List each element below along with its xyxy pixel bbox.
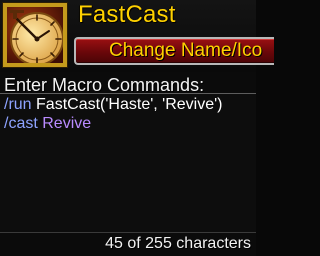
spell-name: Revive <box>37 115 92 132</box>
character-count-unit: characters <box>171 235 251 252</box>
command-keyword: /cast <box>4 115 38 132</box>
command-keyword: /run <box>4 96 32 113</box>
command-arguments: FastCast('Haste', 'Revive') <box>31 96 223 113</box>
macro-line-1: /run FastCast('Haste', 'Revive') <box>4 96 223 114</box>
macro-icon-button[interactable] <box>3 3 67 67</box>
character-count-max: 255 <box>145 235 172 252</box>
character-count-of: of <box>122 235 146 252</box>
change-name-icon-label: Change Name/Ico <box>109 40 263 61</box>
character-count: 45 of 255 characters <box>105 235 251 253</box>
clock-dial-icon <box>7 7 63 63</box>
macro-commands-textarea[interactable]: /run FastCast('Haste', 'Revive') /cast R… <box>0 93 256 233</box>
macro-name-title: FastCast <box>78 1 176 28</box>
macro-header: FastCast Change Name/Ico <box>0 0 274 72</box>
character-count-used: 45 <box>105 235 123 252</box>
macro-editor-frame: FastCast Change Name/Ico Enter Macro Com… <box>0 0 274 256</box>
change-name-icon-button[interactable]: Change Name/Ico <box>74 37 274 65</box>
macro-line-2: /cast Revive <box>4 115 91 133</box>
